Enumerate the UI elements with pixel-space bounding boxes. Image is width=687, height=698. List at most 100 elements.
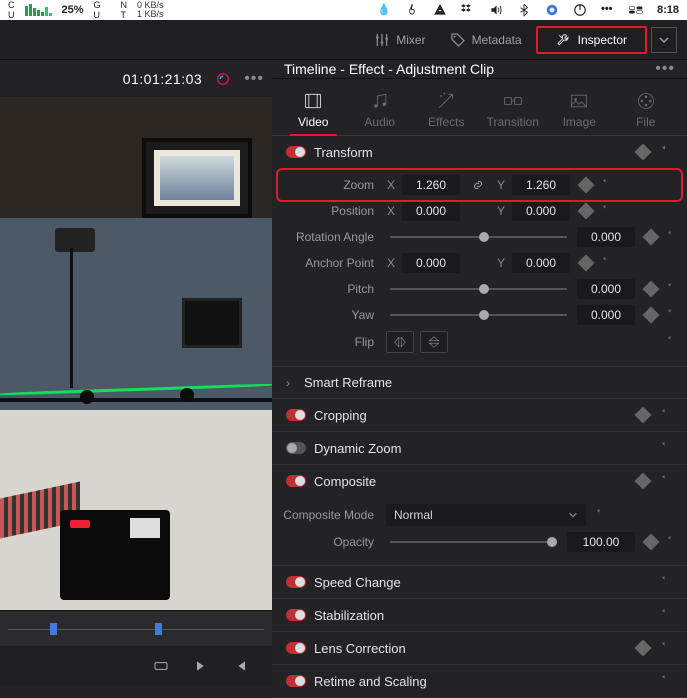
tab-audio[interactable]: Audio	[347, 85, 414, 135]
anchor-keyframe-button[interactable]	[578, 255, 595, 272]
viewer-scrub-bar[interactable]	[0, 610, 272, 646]
pitch-keyframe-button[interactable]	[643, 281, 660, 298]
power-icon[interactable]	[573, 3, 587, 17]
timecode-display[interactable]: 01:01:21:03	[123, 71, 202, 87]
anchor-reset-button[interactable]	[598, 255, 614, 271]
yaw-slider[interactable]	[386, 305, 571, 325]
tab-transition[interactable]: Transition	[480, 85, 547, 135]
tab-effects[interactable]: Effects	[413, 85, 480, 135]
retime-header[interactable]: Retime and Scaling	[272, 665, 687, 697]
lens-correction-reset-button[interactable]	[657, 640, 673, 656]
opacity-reset-button[interactable]	[663, 534, 679, 550]
composite-keyframe-button[interactable]	[635, 473, 652, 490]
dynamic-zoom-header[interactable]: Dynamic Zoom	[272, 432, 687, 464]
panel-expand-button[interactable]	[651, 27, 677, 53]
rotation-reset-button[interactable]	[663, 229, 679, 245]
flip-reset-button[interactable]	[663, 334, 679, 350]
retime-reset-button[interactable]	[657, 673, 673, 689]
anchor-x-input[interactable]	[402, 253, 460, 273]
position-x-input[interactable]	[402, 201, 460, 221]
flame-icon[interactable]	[405, 3, 419, 17]
pitch-input[interactable]	[577, 279, 635, 299]
bypass-fx-button[interactable]	[212, 68, 234, 90]
transform-keyframe-button[interactable]	[635, 144, 652, 161]
lens-correction-keyframe-button[interactable]	[635, 640, 652, 657]
yaw-reset-button[interactable]	[663, 307, 679, 323]
composite-enable-toggle[interactable]	[286, 475, 306, 487]
speed-change-header[interactable]: Speed Change	[272, 566, 687, 598]
transform-reset-button[interactable]	[657, 144, 673, 160]
pitch-slider[interactable]	[386, 279, 571, 299]
composite-header[interactable]: Composite	[272, 465, 687, 497]
stabilization-header[interactable]: Stabilization	[272, 599, 687, 631]
mixer-button[interactable]: Mixer	[364, 28, 435, 52]
transform-header[interactable]: Transform	[272, 136, 687, 168]
zoom-link-button[interactable]	[466, 178, 490, 192]
smart-reframe-header[interactable]: › Smart Reframe	[272, 367, 687, 398]
metadata-button[interactable]: Metadata	[440, 28, 532, 52]
lens-correction-header[interactable]: Lens Correction	[272, 632, 687, 664]
yaw-keyframe-button[interactable]	[643, 307, 660, 324]
stabilization-reset-button[interactable]	[657, 607, 673, 623]
loop-button[interactable]	[150, 655, 172, 677]
position-y-input[interactable]	[512, 201, 570, 221]
volume-icon[interactable]	[489, 3, 503, 17]
viewer-options-button[interactable]: •••	[244, 70, 264, 88]
opacity-input[interactable]	[567, 532, 635, 552]
zoom-x-input[interactable]	[402, 175, 460, 195]
cropping-header[interactable]: Cropping	[272, 399, 687, 431]
zoom-y-input[interactable]	[512, 175, 570, 195]
retime-enable-toggle[interactable]	[286, 675, 306, 687]
inspector-button[interactable]: Inspector	[536, 26, 647, 54]
tag-icon	[450, 32, 466, 48]
composite-mode-reset-button[interactable]	[592, 507, 608, 523]
zoom-reset-button[interactable]	[598, 177, 614, 193]
yaw-input[interactable]	[577, 305, 635, 325]
stabilization-enable-toggle[interactable]	[286, 609, 306, 621]
flip-vertical-button[interactable]	[420, 331, 448, 353]
opacity-keyframe-button[interactable]	[643, 534, 660, 551]
viewer-image[interactable]	[0, 98, 272, 610]
anchor-y-input[interactable]	[512, 253, 570, 273]
control-center-icon[interactable]	[629, 3, 643, 17]
cropping-keyframe-button[interactable]	[635, 407, 652, 424]
camera-app-icon[interactable]	[545, 3, 559, 17]
lens-correction-enable-toggle[interactable]	[286, 642, 306, 654]
cropping-reset-button[interactable]	[657, 407, 673, 423]
prev-icon	[233, 658, 249, 674]
section-cropping: Cropping	[272, 399, 687, 432]
cropping-enable-toggle[interactable]	[286, 409, 306, 421]
waterdrop-icon[interactable]: 💧	[377, 3, 391, 17]
speed-change-enable-toggle[interactable]	[286, 576, 306, 588]
composite-reset-button[interactable]	[657, 473, 673, 489]
tab-video[interactable]: Video	[280, 85, 347, 135]
top-toolbar: Mixer Metadata Inspector	[0, 20, 687, 60]
rotation-input[interactable]	[577, 227, 635, 247]
tab-image[interactable]: Image	[546, 85, 613, 135]
rotation-keyframe-button[interactable]	[643, 229, 660, 246]
clock[interactable]: 8:18	[657, 4, 679, 16]
rotation-slider[interactable]	[386, 227, 571, 247]
film-icon	[303, 91, 323, 111]
prev-button[interactable]	[230, 655, 252, 677]
dynamic-zoom-reset-button[interactable]	[657, 440, 673, 456]
wand-icon	[436, 91, 456, 111]
dropbox-icon[interactable]	[461, 3, 475, 17]
tab-file[interactable]: File	[613, 85, 680, 135]
position-keyframe-button[interactable]	[578, 203, 595, 220]
zoom-keyframe-button[interactable]	[578, 177, 595, 194]
inspector-options-button[interactable]: •••	[655, 60, 675, 78]
bluetooth-icon[interactable]	[517, 3, 531, 17]
pitch-reset-button[interactable]	[663, 281, 679, 297]
next-button[interactable]	[190, 655, 212, 677]
transform-enable-toggle[interactable]	[286, 146, 306, 158]
speed-change-reset-button[interactable]	[657, 574, 673, 590]
section-smart-reframe: › Smart Reframe	[272, 367, 687, 399]
opacity-slider[interactable]	[386, 532, 561, 552]
position-reset-button[interactable]	[598, 203, 614, 219]
flip-horizontal-button[interactable]	[386, 331, 414, 353]
cloud-app-icon[interactable]	[433, 3, 447, 17]
more-menubar-icon[interactable]: •••	[601, 3, 615, 17]
dynamic-zoom-enable-toggle[interactable]	[286, 442, 306, 454]
composite-mode-select[interactable]: Normal	[386, 504, 586, 526]
